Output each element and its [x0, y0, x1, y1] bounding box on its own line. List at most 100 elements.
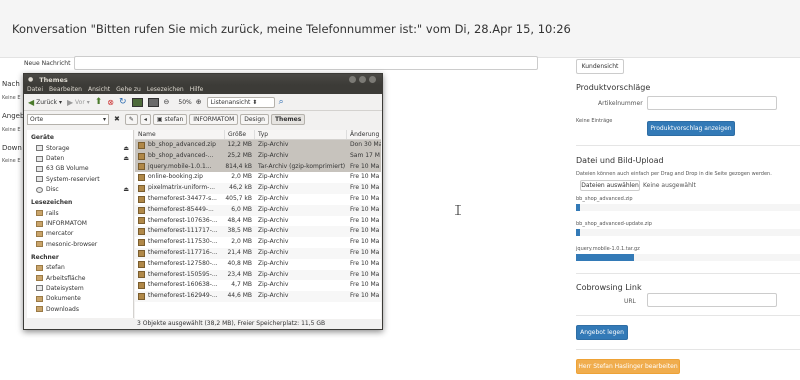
up-arrow-icon[interactable]: ⬆: [95, 97, 103, 107]
sidebar-item-label: Dateisystem: [46, 284, 84, 292]
zoom-out-icon[interactable]: ⊖: [164, 98, 170, 106]
sidebar-item-dokumente[interactable]: Dokumente: [27, 294, 133, 304]
window-titlebar[interactable]: ● Themes: [24, 74, 382, 85]
eject-icon[interactable]: ⏏: [123, 155, 129, 162]
stop-icon[interactable]: ⊗: [107, 98, 114, 107]
file-row[interactable]: pixelmatrix-uniform-... 46,2 kB Zip-Archiv…: [135, 183, 381, 194]
sidebar-item-label: mercator: [46, 230, 74, 238]
sidebar-item-system-reserviert[interactable]: System-reserviert: [27, 174, 133, 184]
file-row[interactable]: themeforest-150595-... 23,4 MB Zip-Archiv F…: [135, 269, 381, 281]
reload-icon[interactable]: ↻: [119, 97, 127, 107]
zoom-in-icon[interactable]: ⊕: [196, 98, 202, 106]
zoom-level: 50%: [178, 98, 192, 106]
sidebar-item-disc[interactable]: Disc ⏏: [27, 185, 133, 195]
menu-datei[interactable]: Datei: [27, 86, 43, 93]
window-menu-icon[interactable]: ●: [28, 76, 33, 83]
sidebar-item-rails[interactable]: rails: [27, 208, 133, 218]
eject-icon[interactable]: ⏏: [123, 145, 129, 152]
file-modified: Fre 10 Ma: [350, 270, 380, 278]
file-row[interactable]: themeforest-160638-... 4,7 MB Zip-Archiv Fr…: [135, 280, 381, 291]
file-row[interactable]: themeforest-85449-... 6,0 MB Zip-Archiv Fre…: [135, 204, 381, 216]
file-row[interactable]: bb_shop_advanced-... 25,2 MB Zip-Archiv Sam…: [135, 150, 381, 162]
menu-lesezeichen[interactable]: Lesezeichen: [147, 86, 184, 93]
menu-ansicht[interactable]: Ansicht: [88, 86, 110, 93]
forward-button[interactable]: ▶ Vor ▾: [67, 98, 90, 107]
minimize-icon[interactable]: [349, 76, 356, 83]
sidebar-item-stefan[interactable]: stefan: [27, 263, 133, 273]
upload-file-name: bb_shop_advanced.zip: [576, 196, 633, 202]
back-button[interactable]: ◀ Zurück ▾: [28, 98, 62, 107]
places-select[interactable]: Orte ▾: [27, 113, 109, 125]
file-row[interactable]: themeforest-107636-... 48,4 MB Zip-Archiv F…: [135, 216, 381, 227]
file-row[interactable]: themeforest-34477-s... 405,7 kB Zip-Archiv…: [135, 194, 381, 205]
close-pane-icon[interactable]: ✖: [114, 115, 120, 123]
archive-icon: [138, 185, 145, 193]
file-size: 12,2 MB: [227, 141, 252, 148]
archive-icon: [138, 271, 145, 279]
sidebar-item-daten[interactable]: Daten ⏏: [27, 153, 133, 163]
file-row[interactable]: themeforest-117716-... 21,4 MB Zip-Archiv F…: [135, 247, 381, 259]
file-row[interactable]: online-booking.zip 2,0 MB Zip-Archiv Fre 10…: [135, 172, 381, 183]
url-input[interactable]: [647, 293, 777, 307]
archive-icon: [138, 152, 145, 160]
breadcrumb-left-icon[interactable]: ◂: [139, 113, 151, 125]
file-modified: Fre 10 Ma: [350, 238, 380, 246]
sidebar-item-mesonic-browser[interactable]: mesonic-browser: [27, 239, 133, 249]
sidebar-item-mercator[interactable]: mercator: [27, 229, 133, 239]
file-list[interactable]: Name Größe Typ Änderung bb_shop_advanced…: [135, 130, 381, 319]
menu-gehe-zu[interactable]: Gehe zu: [116, 86, 141, 93]
computer-icon[interactable]: [147, 97, 159, 107]
edit-location-icon[interactable]: ✎: [124, 113, 138, 125]
new-message-input[interactable]: [74, 56, 538, 70]
file-size: 6,0 MB: [231, 205, 252, 213]
eject-icon[interactable]: ⏏: [123, 186, 129, 193]
left-section-sub-2: Keine E: [2, 127, 21, 133]
file-row[interactable]: bb_shop_advanced.zip 12,2 MB Zip-Archiv Don…: [135, 140, 381, 151]
sidebar-item-informatom[interactable]: INFORMATOM: [27, 218, 133, 228]
sidebar-item-dateisystem[interactable]: Dateisystem: [27, 283, 133, 293]
file-name: bb_shop_advanced-...: [148, 151, 214, 159]
menu-bearbeiten[interactable]: Bearbeiten: [49, 86, 82, 93]
file-row[interactable]: themeforest-117530-... 2,0 MB Zip-Archiv Fr…: [135, 237, 381, 248]
file-row[interactable]: jquery.mobile-1.0.1... 814,4 kB Tar-Archiv…: [135, 161, 381, 173]
search-icon[interactable]: ⌕: [279, 97, 284, 107]
column-size[interactable]: Größe: [225, 130, 255, 139]
file-size: 21,4 MB: [227, 248, 252, 256]
breadcrumb-design[interactable]: Design: [240, 113, 269, 125]
left-section-title-3: Down: [2, 144, 22, 152]
archive-icon: [138, 282, 145, 290]
sidebar-item-label: Dokumente: [46, 295, 81, 303]
kundensicht-button[interactable]: Kundensicht: [576, 59, 624, 74]
file-name-cell: jquery.mobile-1.0.1...: [135, 162, 225, 173]
sidebar-item-storage[interactable]: Storage ⏏: [27, 143, 133, 153]
choose-files-button[interactable]: Dateien auswählen: [580, 180, 640, 191]
artikelnummer-input[interactable]: [647, 96, 777, 110]
maximize-icon[interactable]: [359, 76, 366, 83]
file-row[interactable]: themeforest-127580-... 40,8 MB Zip-Archiv F…: [135, 259, 381, 270]
breadcrumb-informatom[interactable]: INFORMATOM: [189, 113, 239, 125]
column-modified[interactable]: Änderung: [347, 130, 381, 139]
file-name-cell: themeforest-162949-...: [135, 291, 225, 302]
sidebar-item-downloads[interactable]: Downloads: [27, 304, 133, 314]
cobrowsing-title: Cobrowsing Link: [576, 283, 642, 292]
sidebar-item-63gb-volume[interactable]: 63 GB Volume: [27, 164, 133, 174]
divider: [576, 349, 800, 350]
produktvorschlag-anzeigen-button[interactable]: Produktvorschlag anzeigen: [647, 121, 735, 136]
archive-icon: [138, 260, 145, 268]
upload-progress-fill: [576, 204, 581, 211]
breadcrumb-stefan[interactable]: ▣ stefan: [152, 113, 188, 125]
sidebar-item-arbeitsflaeche[interactable]: Arbeitsfläche: [27, 273, 133, 283]
file-row[interactable]: themeforest-111717-... 38,5 MB Zip-Archiv F…: [135, 226, 381, 238]
menu-hilfe[interactable]: Hilfe: [190, 86, 204, 93]
close-icon[interactable]: [369, 76, 376, 83]
angebot-legen-button[interactable]: Angebot legen: [576, 325, 628, 340]
home-icon[interactable]: [131, 97, 143, 107]
file-row[interactable]: themeforest-162949-... 44,6 MB Zip-Archiv F…: [135, 291, 381, 302]
edit-customer-button[interactable]: Herr Stefan Haslinger bearbeiten: [576, 359, 680, 374]
breadcrumb-themes[interactable]: Themes: [270, 113, 306, 125]
file-manager-window[interactable]: ● Themes Datei Bearbeiten Ansicht Gehe z…: [23, 73, 383, 330]
column-name[interactable]: Name: [135, 130, 225, 139]
column-type[interactable]: Typ: [255, 130, 347, 139]
file-type: Zip-Archiv: [258, 216, 289, 224]
view-select[interactable]: Listenansicht ⬍: [206, 96, 275, 108]
